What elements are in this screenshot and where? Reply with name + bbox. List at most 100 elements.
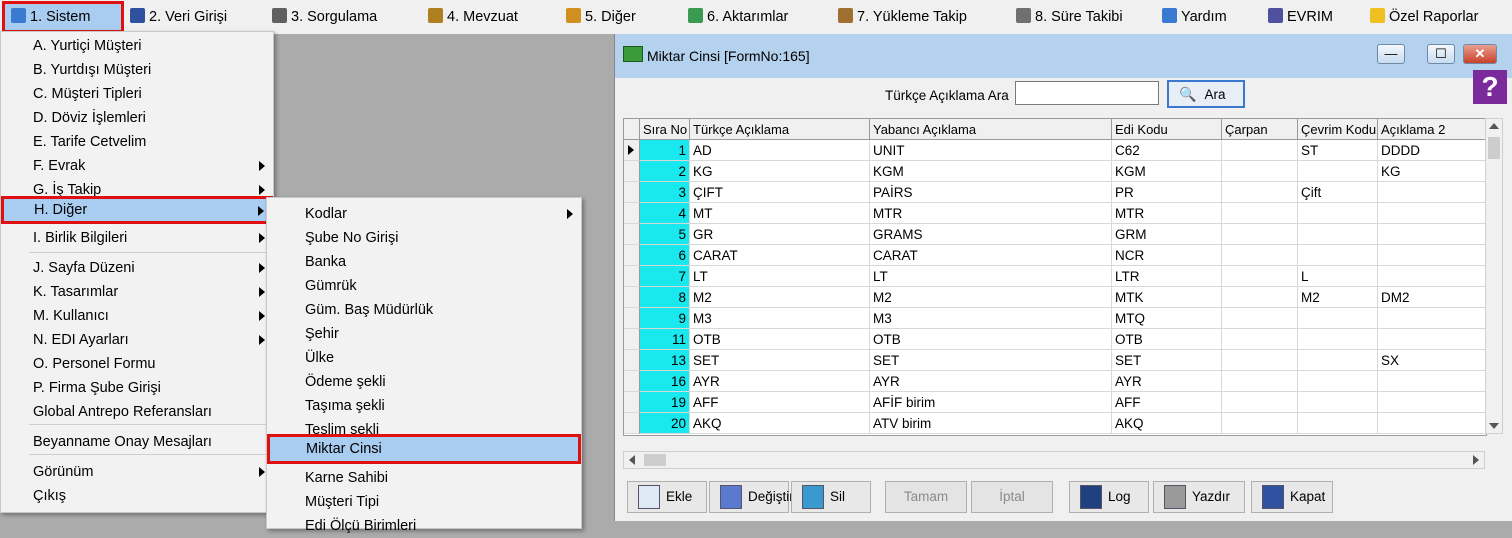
table-cell[interactable]: 20: [640, 413, 690, 434]
minimize-button[interactable]: —: [1377, 44, 1405, 64]
table-cell[interactable]: 4: [640, 203, 690, 224]
vertical-scrollbar[interactable]: [1485, 118, 1503, 434]
table-cell[interactable]: SET: [690, 350, 870, 371]
menu-8[interactable]: 8. Süre Takibi: [1016, 4, 1123, 30]
menu-11[interactable]: Özel Raporlar: [1370, 4, 1478, 30]
table-cell[interactable]: MTR: [870, 203, 1112, 224]
scroll-left-arrow-icon[interactable]: [629, 455, 635, 465]
menu-9[interactable]: Yardım: [1162, 4, 1227, 30]
sub-menu-item-2[interactable]: Banka: [269, 250, 579, 274]
table-cell[interactable]: [1222, 266, 1298, 287]
main-menu-item-0[interactable]: A. Yurtiçi Müşteri: [3, 34, 271, 58]
table-cell[interactable]: UNIT: [870, 140, 1112, 161]
table-cell[interactable]: MT: [690, 203, 870, 224]
column-header[interactable]: Çarpan: [1222, 119, 1298, 140]
row-selector[interactable]: [624, 182, 640, 203]
scroll-thumb-horizontal[interactable]: [644, 454, 666, 466]
table-cell[interactable]: 3: [640, 182, 690, 203]
sub-menu-item-13[interactable]: Edi Ölçü Birimleri: [269, 514, 579, 538]
search-button[interactable]: 🔍 Ara: [1167, 80, 1245, 108]
button-0[interactable]: Ekle: [627, 481, 707, 513]
window-title-bar[interactable]: Miktar Cinsi [FormNo:165] — ☐ ✕: [615, 34, 1512, 78]
table-cell[interactable]: KGM: [870, 161, 1112, 182]
table-cell[interactable]: [1298, 161, 1378, 182]
row-selector[interactable]: [624, 308, 640, 329]
sub-menu-item-7[interactable]: Ödeme şekli: [269, 370, 579, 394]
help-icon[interactable]: ?: [1473, 70, 1507, 104]
main-menu-item-15[interactable]: Global Antrepo Referansları: [3, 400, 271, 424]
table-cell[interactable]: [1222, 392, 1298, 413]
table-cell[interactable]: 6: [640, 245, 690, 266]
main-menu-item-7[interactable]: H. Diğer: [1, 196, 273, 224]
main-menu-item-9[interactable]: J. Sayfa Düzeni: [3, 256, 271, 280]
main-menu-item-4[interactable]: E. Tarife Cetvelim: [3, 130, 271, 154]
button-3[interactable]: Tamam: [885, 481, 967, 513]
table-cell[interactable]: 7: [640, 266, 690, 287]
search-input[interactable]: [1015, 81, 1159, 105]
sub-menu-item-1[interactable]: Şube No Girişi: [269, 226, 579, 250]
menu-3[interactable]: 3. Sorgulama: [272, 4, 377, 30]
table-cell[interactable]: KGM: [1112, 161, 1222, 182]
sub-menu-item-3[interactable]: Gümrük: [269, 274, 579, 298]
table-cell[interactable]: 9: [640, 308, 690, 329]
main-menu-item-14[interactable]: P. Firma Şube Girişi: [3, 376, 271, 400]
table-cell[interactable]: AYR: [1112, 371, 1222, 392]
table-cell[interactable]: [1298, 245, 1378, 266]
table-cell[interactable]: LTR: [1112, 266, 1222, 287]
table-cell[interactable]: [1222, 413, 1298, 434]
table-cell[interactable]: LT: [870, 266, 1112, 287]
sub-menu-item-8[interactable]: Taşıma şekli: [269, 394, 579, 418]
row-selector[interactable]: [624, 245, 640, 266]
table-cell[interactable]: ÇIFT: [690, 182, 870, 203]
table-cell[interactable]: GRAMS: [870, 224, 1112, 245]
table-cell[interactable]: C62: [1112, 140, 1222, 161]
scroll-up-arrow-icon[interactable]: [1489, 123, 1499, 129]
scroll-thumb[interactable]: [1488, 137, 1500, 159]
sub-menu-item-10[interactable]: Miktar Cinsi: [267, 434, 581, 464]
table-cell[interactable]: DDDD: [1378, 140, 1486, 161]
sub-menu-item-11[interactable]: Karne Sahibi: [269, 466, 579, 490]
table-cell[interactable]: AFF: [1112, 392, 1222, 413]
row-selector[interactable]: [624, 203, 640, 224]
row-selector[interactable]: [624, 266, 640, 287]
table-cell[interactable]: AKQ: [690, 413, 870, 434]
table-cell[interactable]: [1378, 266, 1486, 287]
table-cell[interactable]: [1298, 308, 1378, 329]
table-cell[interactable]: [1378, 245, 1486, 266]
table-cell[interactable]: CARAT: [870, 245, 1112, 266]
table-cell[interactable]: [1298, 224, 1378, 245]
main-menu-item-11[interactable]: M. Kullanıcı: [3, 304, 271, 328]
table-cell[interactable]: [1378, 413, 1486, 434]
table-cell[interactable]: LT: [690, 266, 870, 287]
table-cell[interactable]: 5: [640, 224, 690, 245]
table-cell[interactable]: [1222, 308, 1298, 329]
button-1[interactable]: Değiştir: [709, 481, 794, 513]
sub-menu-item-6[interactable]: Ülke: [269, 346, 579, 370]
table-cell[interactable]: [1222, 203, 1298, 224]
main-menu-item-2[interactable]: C. Müşteri Tipleri: [3, 82, 271, 106]
main-menu-item-17[interactable]: Görünüm: [3, 460, 271, 484]
table-cell[interactable]: 8: [640, 287, 690, 308]
table-cell[interactable]: [1378, 308, 1486, 329]
main-menu-item-10[interactable]: K. Tasarımlar: [3, 280, 271, 304]
menu-5[interactable]: 5. Diğer: [566, 4, 636, 30]
table-cell[interactable]: [1378, 392, 1486, 413]
data-grid[interactable]: Sıra No Türkçe Açıklama Yabancı Açıklama Ed…: [623, 118, 1487, 436]
table-cell[interactable]: M3: [690, 308, 870, 329]
table-cell[interactable]: PR: [1112, 182, 1222, 203]
table-cell[interactable]: L: [1298, 266, 1378, 287]
button-7[interactable]: Kapat: [1251, 481, 1333, 513]
table-cell[interactable]: [1222, 140, 1298, 161]
table-cell[interactable]: [1298, 350, 1378, 371]
row-selector[interactable]: [624, 392, 640, 413]
table-cell[interactable]: AFİF birim: [870, 392, 1112, 413]
sub-menu-item-5[interactable]: Şehir: [269, 322, 579, 346]
main-menu-item-1[interactable]: B. Yurtdışı Müşteri: [3, 58, 271, 82]
row-selector[interactable]: [624, 140, 640, 161]
maximize-button[interactable]: ☐: [1427, 44, 1455, 64]
button-5[interactable]: Log: [1069, 481, 1149, 513]
table-cell[interactable]: SET: [870, 350, 1112, 371]
table-cell[interactable]: [1298, 392, 1378, 413]
row-selector[interactable]: [624, 287, 640, 308]
table-cell[interactable]: [1298, 413, 1378, 434]
